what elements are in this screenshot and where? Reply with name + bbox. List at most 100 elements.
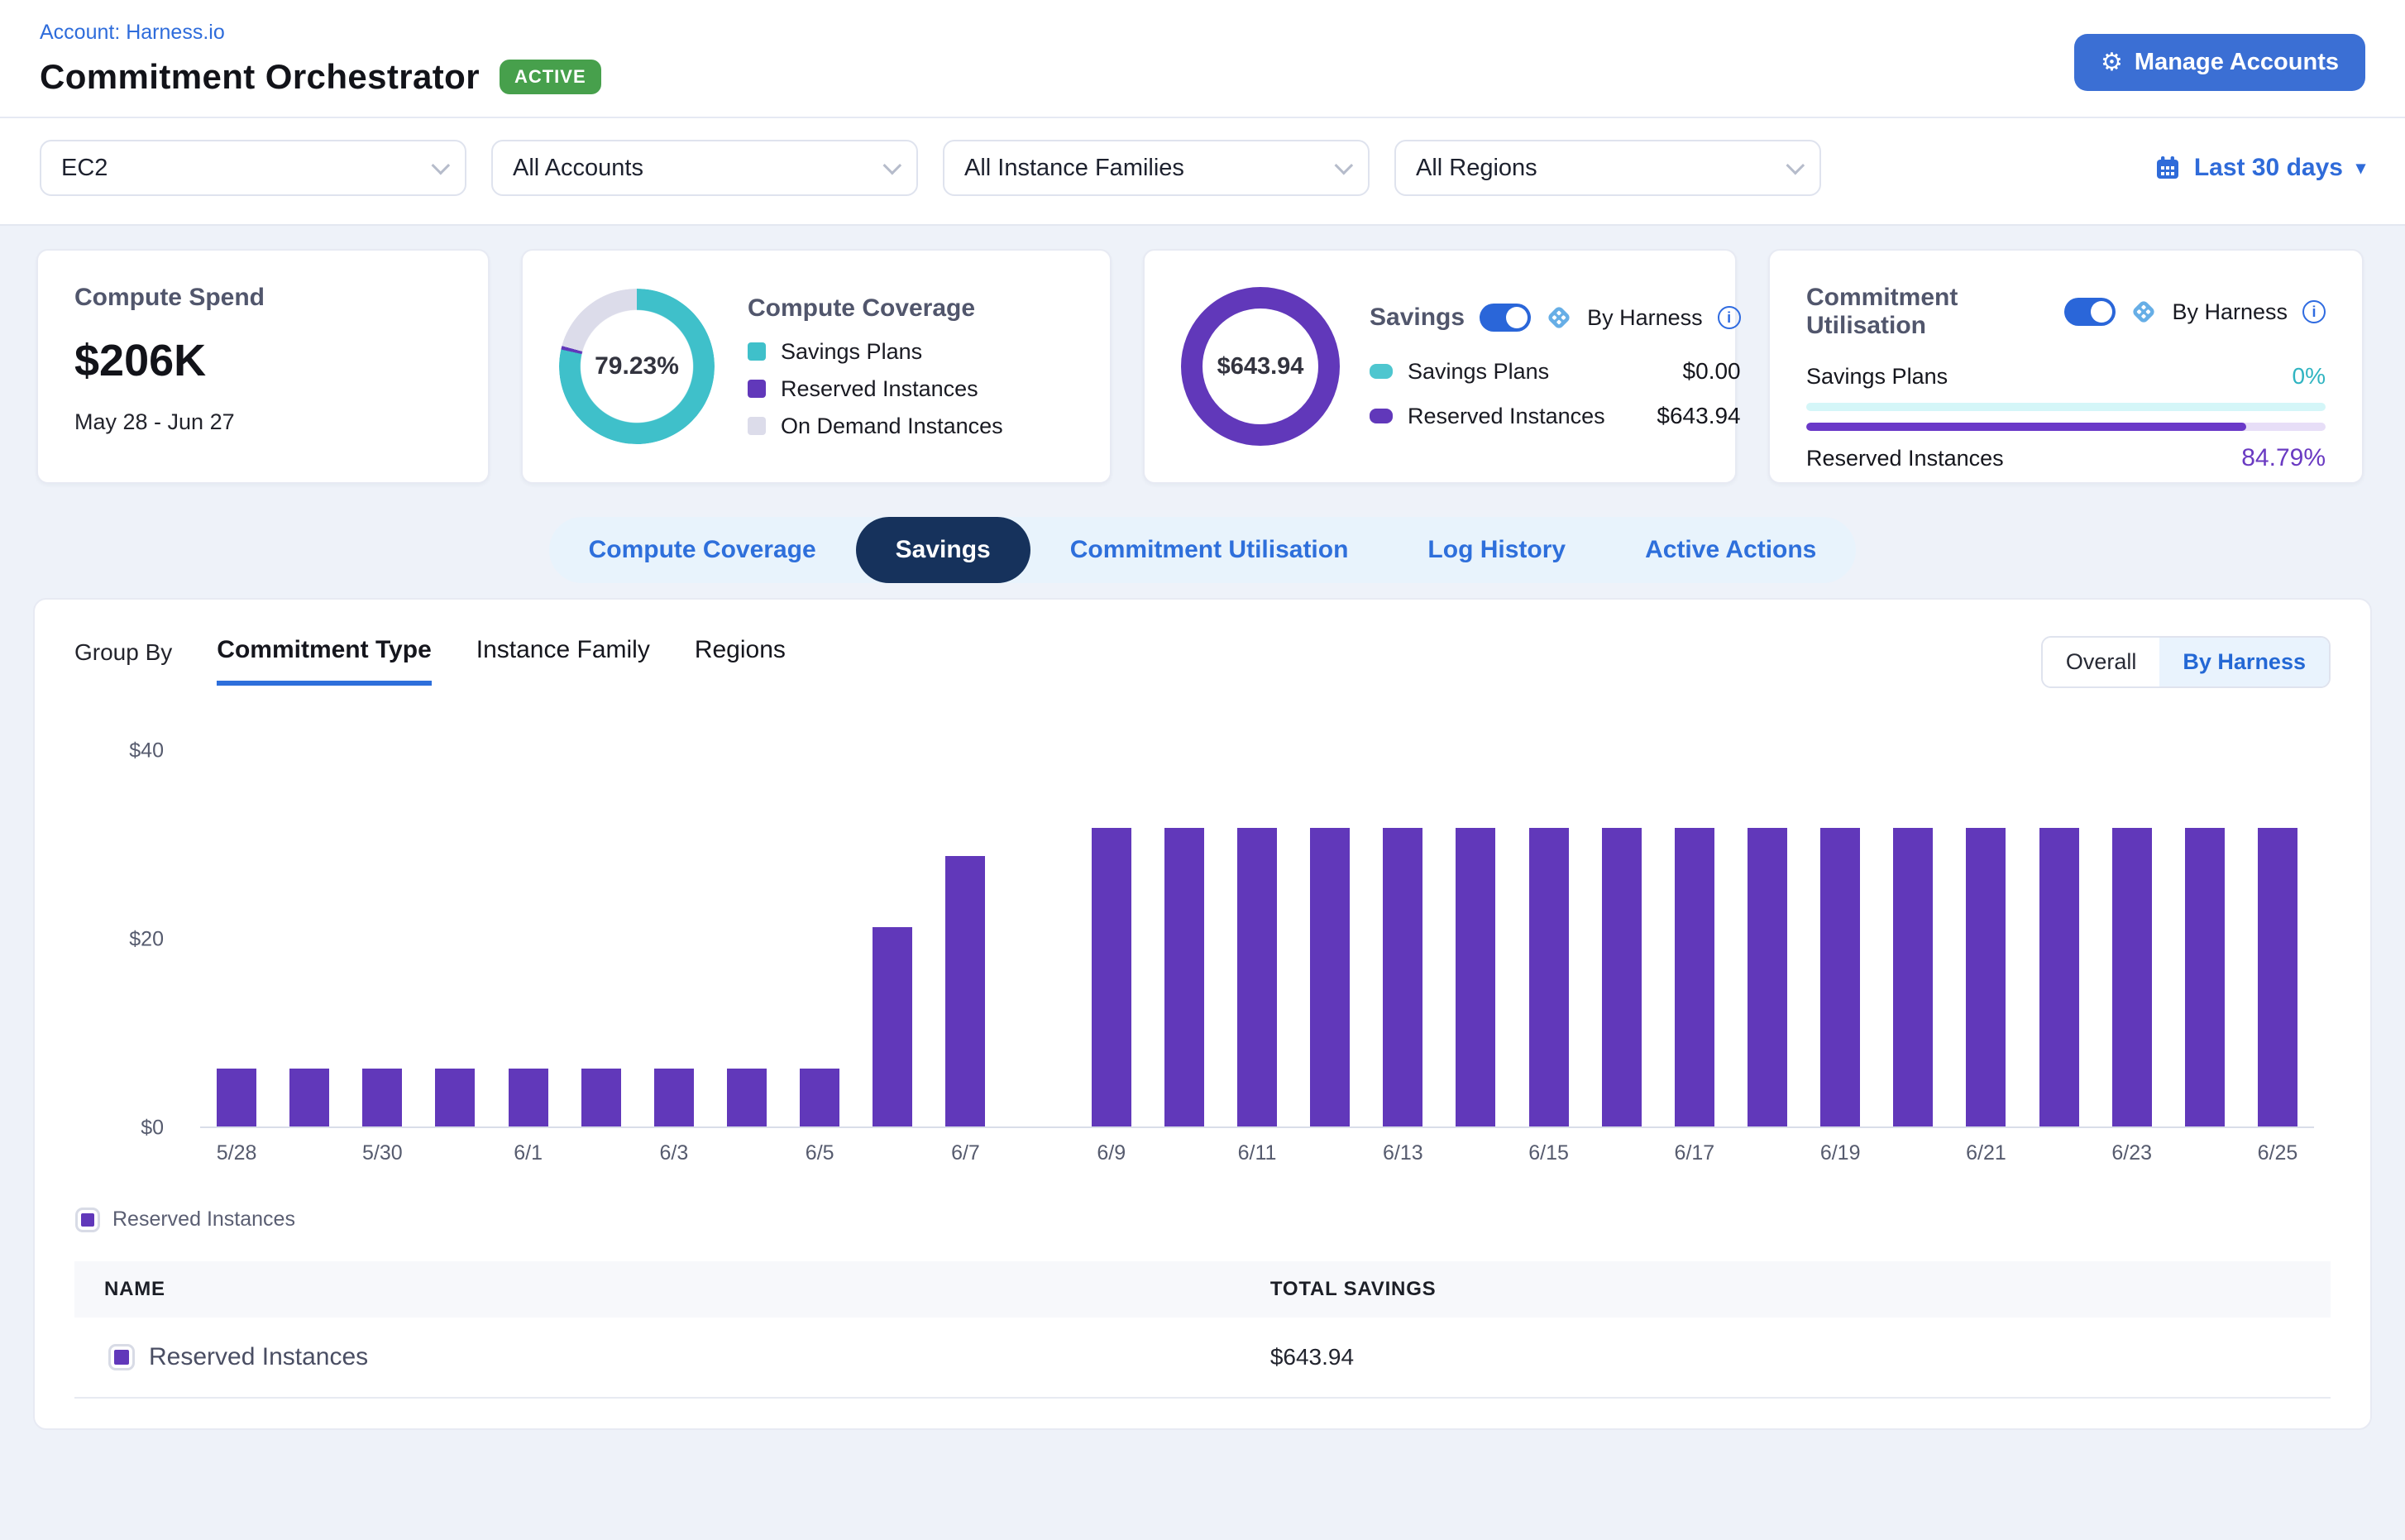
savings-title: Savings	[1370, 304, 1465, 332]
savings-row: Reserved Instances $643.94	[1370, 403, 1741, 429]
legend-item: Reserved Instances	[748, 376, 1003, 402]
x-tick-label: 6/3	[660, 1141, 689, 1165]
by-harness-toggle[interactable]	[2064, 298, 2116, 326]
commitment-utilisation-card: Commitment Utilisation By Harness i	[1768, 249, 2364, 484]
bar-slot: 6/19	[1804, 751, 1877, 1126]
bar-slot: 6/9	[1075, 751, 1148, 1126]
savings-row-value: $0.00	[1683, 358, 1741, 385]
savings-row-value: $643.94	[1657, 403, 1740, 429]
compute-spend-card: Compute Spend $206K May 28 - Jun 27	[36, 249, 490, 484]
instance-families-select[interactable]: All Instance Families	[943, 140, 1370, 196]
bar-6/24[interactable]	[2185, 828, 2225, 1126]
group-by-regions[interactable]: Regions	[695, 636, 786, 681]
bar-6/10[interactable]	[1164, 828, 1204, 1126]
savings-plans-progress-bar	[1806, 403, 2326, 411]
tab-log-history[interactable]: Log History	[1388, 517, 1605, 583]
info-icon[interactable]: i	[1718, 306, 1741, 329]
utilisation-row-label: Savings Plans	[1806, 364, 1948, 390]
x-tick-label: 6/1	[514, 1141, 543, 1165]
bar-5/30[interactable]	[362, 1069, 402, 1126]
x-tick-label: 6/19	[1820, 1141, 1861, 1165]
bar-slot: 6/11	[1221, 751, 1293, 1126]
bar-6/1[interactable]	[509, 1069, 548, 1126]
bar-6/2[interactable]	[581, 1069, 621, 1126]
bar-slot	[1585, 751, 1658, 1126]
bar-6/4[interactable]	[727, 1069, 767, 1126]
y-tick-label: $0	[94, 1117, 164, 1141]
group-by-commitment-type[interactable]: Commitment Type	[217, 636, 431, 686]
bar-6/25[interactable]	[2258, 828, 2297, 1126]
overall-byharness-segmented-control: Overall By Harness	[2041, 636, 2331, 688]
bar-6/15[interactable]	[1529, 828, 1569, 1126]
bar-6/5[interactable]	[800, 1069, 839, 1126]
bar-slot: 6/7	[929, 751, 1002, 1126]
bar-slot: 6/5	[783, 751, 856, 1126]
tab-active-actions[interactable]: Active Actions	[1605, 517, 1856, 583]
bar-6/7[interactable]	[945, 856, 985, 1126]
date-range-picker[interactable]: Last 30 days ▾	[2154, 154, 2365, 182]
row-swatch	[111, 1346, 132, 1368]
bar-slot	[418, 751, 491, 1126]
savings-donut-chart: $643.94	[1181, 287, 1340, 446]
bar-6/20[interactable]	[1893, 828, 1933, 1126]
bar-6/23[interactable]	[2112, 828, 2152, 1126]
table-row[interactable]: Reserved Instances $643.94	[74, 1318, 2331, 1399]
filter-bar: EC2 All Accounts All Instance Families A…	[0, 118, 2405, 226]
bar-slot	[1002, 751, 1075, 1126]
bar-6/14[interactable]	[1456, 828, 1495, 1126]
x-tick-label: 6/7	[951, 1141, 980, 1165]
commitment-orchestrator-page: Account: Harness.io Commitment Orchestra…	[0, 0, 2405, 1540]
bar-6/13[interactable]	[1383, 828, 1422, 1126]
reserved-instances-swatch	[1370, 409, 1393, 423]
utilisation-row-label: Reserved Instances	[1806, 446, 2004, 471]
x-tick-label: 5/28	[217, 1141, 257, 1165]
savings-total: $643.94	[1217, 353, 1304, 380]
bar-slot	[1731, 751, 1804, 1126]
bar-6/3[interactable]	[654, 1069, 694, 1126]
bar-slot	[1293, 751, 1366, 1126]
bar-5/28[interactable]	[217, 1069, 256, 1126]
tab-commitment-utilisation[interactable]: Commitment Utilisation	[1030, 517, 1389, 583]
by-harness-toggle[interactable]	[1480, 304, 1531, 332]
bar-6/21[interactable]	[1966, 828, 2006, 1126]
x-tick-label: 5/30	[362, 1141, 403, 1165]
legend-label: On Demand Instances	[781, 414, 1003, 439]
status-badge: ACTIVE	[500, 60, 601, 94]
bar-6/6[interactable]	[873, 927, 912, 1126]
legend-label: Reserved Instances	[781, 376, 978, 402]
bar-6/22[interactable]	[2039, 828, 2079, 1126]
row-total-savings: $643.94	[1270, 1344, 1354, 1370]
bar-6/11[interactable]	[1237, 828, 1277, 1126]
account-link[interactable]: Account: Harness.io	[40, 21, 225, 44]
coverage-percentage: 79.23%	[559, 289, 715, 444]
bar-6/12[interactable]	[1310, 828, 1350, 1126]
summary-cards: Compute Spend $206K May 28 - Jun 27 79.2…	[0, 226, 2405, 484]
tab-savings[interactable]: Savings	[856, 517, 1030, 583]
bar-6/16[interactable]	[1602, 828, 1642, 1126]
x-tick-label: 6/25	[2258, 1141, 2298, 1165]
compute-spend-title: Compute Spend	[74, 284, 452, 312]
tab-compute-coverage[interactable]: Compute Coverage	[549, 517, 856, 583]
bar-6/18[interactable]	[1748, 828, 1787, 1126]
info-icon[interactable]: i	[2302, 300, 2326, 323]
segment-by-harness[interactable]: By Harness	[2159, 638, 2329, 686]
bar-5/29[interactable]	[289, 1069, 329, 1126]
bar-6/19[interactable]	[1820, 828, 1860, 1126]
manage-accounts-button[interactable]: ⚙ Manage Accounts	[2074, 34, 2365, 91]
bar-slot	[1439, 751, 1512, 1126]
regions-select[interactable]: All Regions	[1394, 140, 1821, 196]
accounts-select[interactable]: All Accounts	[491, 140, 918, 196]
bar-slot: 6/1	[492, 751, 565, 1126]
savings-card: $643.94 Savings By Harn	[1143, 249, 1737, 484]
bar-6/9[interactable]	[1092, 828, 1131, 1126]
by-harness-label: By Harness	[1587, 305, 1703, 331]
bar-5/31[interactable]	[435, 1069, 475, 1126]
bar-6/17[interactable]	[1675, 828, 1714, 1126]
commitment-utilisation-title: Commitment Utilisation	[1806, 284, 2064, 340]
segment-overall[interactable]: Overall	[2043, 638, 2160, 686]
group-by-instance-family[interactable]: Instance Family	[476, 636, 650, 681]
bar-slot: 6/13	[1366, 751, 1439, 1126]
coverage-donut-chart: 79.23%	[559, 289, 715, 444]
service-select[interactable]: EC2	[40, 140, 466, 196]
bar-slot: 5/28	[200, 751, 273, 1126]
